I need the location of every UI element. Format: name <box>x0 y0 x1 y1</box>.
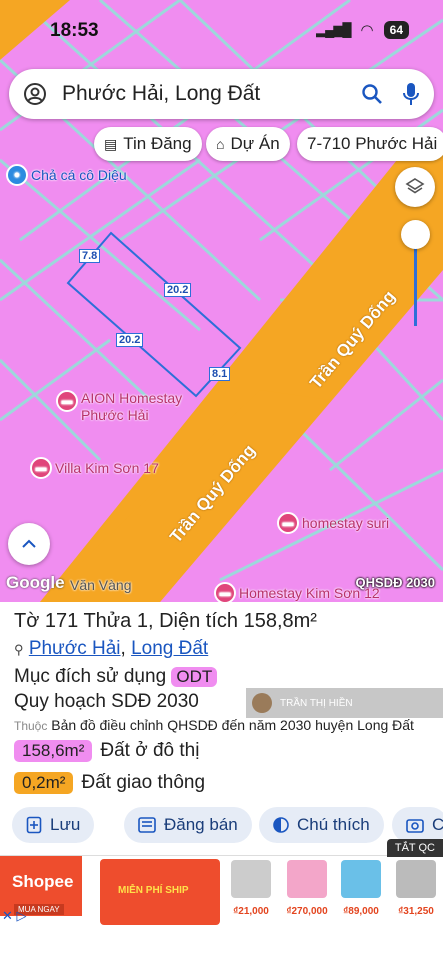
ad-banner[interactable]: TẮT QC Shopee MUA NGAY MIỄN PHÍ SHIP ₫21… <box>0 839 443 930</box>
search-input[interactable]: Phước Hải, Long Đất <box>62 82 260 106</box>
ad-product[interactable]: ₫270,000 <box>283 860 331 917</box>
hotel-icon: ▬ <box>277 512 299 534</box>
newspaper-icon: ▤ <box>104 135 118 152</box>
plan-label: Quy hoạch SDĐ 2030 <box>14 691 199 712</box>
ad-product[interactable]: ₫31,250 <box>392 860 440 917</box>
land-area-badge: 158,6m² <box>14 740 93 762</box>
ward-link[interactable]: Phước Hải <box>29 638 121 659</box>
poi-aion-homestay[interactable]: ▬ AION Homestay Phước Hải <box>56 390 182 424</box>
close-ad-button[interactable]: TẮT QC <box>386 839 443 857</box>
dimension-label: 20.2 <box>116 333 144 347</box>
camera-icon <box>406 819 424 833</box>
map-source: Thuộc Bản đồ điều chỉnh QHSDĐ đến năm 20… <box>14 717 414 733</box>
hotel-icon: ▬ <box>214 582 236 602</box>
ad-product[interactable]: ₫21,000 <box>227 860 275 917</box>
dimension-label: 7.8 <box>79 249 101 263</box>
parcel-title: Tờ 171 Thửa 1, Diện tích 158,8m² <box>14 610 317 632</box>
post-listing-button[interactable]: Đăng bán <box>124 807 252 843</box>
search-icon[interactable] <box>361 83 383 105</box>
bookmark-add-icon <box>26 816 42 834</box>
contrast-icon <box>273 817 289 833</box>
land-use-row: 158,6m² Đất ở đô thị <box>14 740 199 762</box>
hotel-icon: ▬ <box>30 457 52 479</box>
opacity-slider-handle[interactable] <box>401 220 430 249</box>
hotel-icon: ▬ <box>56 390 78 412</box>
status-bar: 18:53 ▂▄▆█ ◠ 64 <box>0 0 443 58</box>
microphone-icon[interactable] <box>402 81 420 107</box>
chip-projects[interactable]: ⌂ Dự Án <box>206 127 290 161</box>
parcel-location: ⚲ Phước Hải, Long Đất <box>14 638 209 659</box>
chip-address[interactable]: 7-710 Phước Hải <box>297 127 443 161</box>
location-pin-icon: ● <box>6 164 28 186</box>
purpose-code-badge: ODT <box>171 667 218 687</box>
district-link[interactable]: Long Đất <box>131 638 208 659</box>
layers-button[interactable] <box>395 167 435 207</box>
layer-label: QHSDĐ 2030 <box>355 575 435 590</box>
location-pin-icon: ⚲ <box>14 642 24 657</box>
legend-button[interactable]: Chú thích <box>259 807 384 843</box>
poi-restaurant[interactable]: ● Chả cá cô Diệu <box>6 164 127 186</box>
newspaper-icon <box>138 817 156 833</box>
dimension-label: 20.2 <box>164 283 192 297</box>
poi-homestay-suri[interactable]: ▬ homestay suri <box>277 512 389 534</box>
account-icon[interactable] <box>23 82 47 106</box>
capture-button[interactable]: C <box>392 807 443 843</box>
opacity-slider-track[interactable] <box>414 240 417 326</box>
chip-listings[interactable]: ▤ Tin Đăng <box>94 127 202 161</box>
battery-icon: 64 <box>383 21 409 39</box>
avatar <box>252 693 272 713</box>
ad-choices-icon[interactable]: ✕ ▷ <box>2 908 27 924</box>
building-icon: ⌂ <box>216 136 225 152</box>
chevron-up-icon <box>22 539 36 548</box>
expand-panel-button[interactable] <box>8 523 50 565</box>
signal-icon: ▂▄▆█ <box>316 22 351 37</box>
status-time: 18:53 <box>50 20 99 41</box>
wifi-icon: ◠ <box>360 22 374 39</box>
watermark-overlay: TRẦN THỊ HIỀN <box>246 688 443 718</box>
ad-product[interactable]: ₫89,000 <box>337 860 385 917</box>
promo-image: MIỄN PHÍ SHIP <box>100 859 220 925</box>
street-label: Văn Vàng <box>70 577 132 593</box>
land-area-badge: 0,2m² <box>14 772 74 794</box>
dimension-label: 8.1 <box>209 367 231 381</box>
save-button[interactable]: Lưu <box>12 807 95 843</box>
google-logo: Google <box>6 573 65 592</box>
land-purpose: Mục đích sử dụng ODT <box>14 666 218 688</box>
layers-icon <box>405 178 425 194</box>
land-use-row: 0,2m² Đất giao thông <box>14 772 205 794</box>
poi-villa-kim-son[interactable]: ▬ Villa Kim Sơn 17 <box>30 457 159 479</box>
shopee-logo: Shopee MUA NGAY <box>0 856 82 916</box>
search-bar[interactable]: Phước Hải, Long Đất <box>9 69 434 119</box>
